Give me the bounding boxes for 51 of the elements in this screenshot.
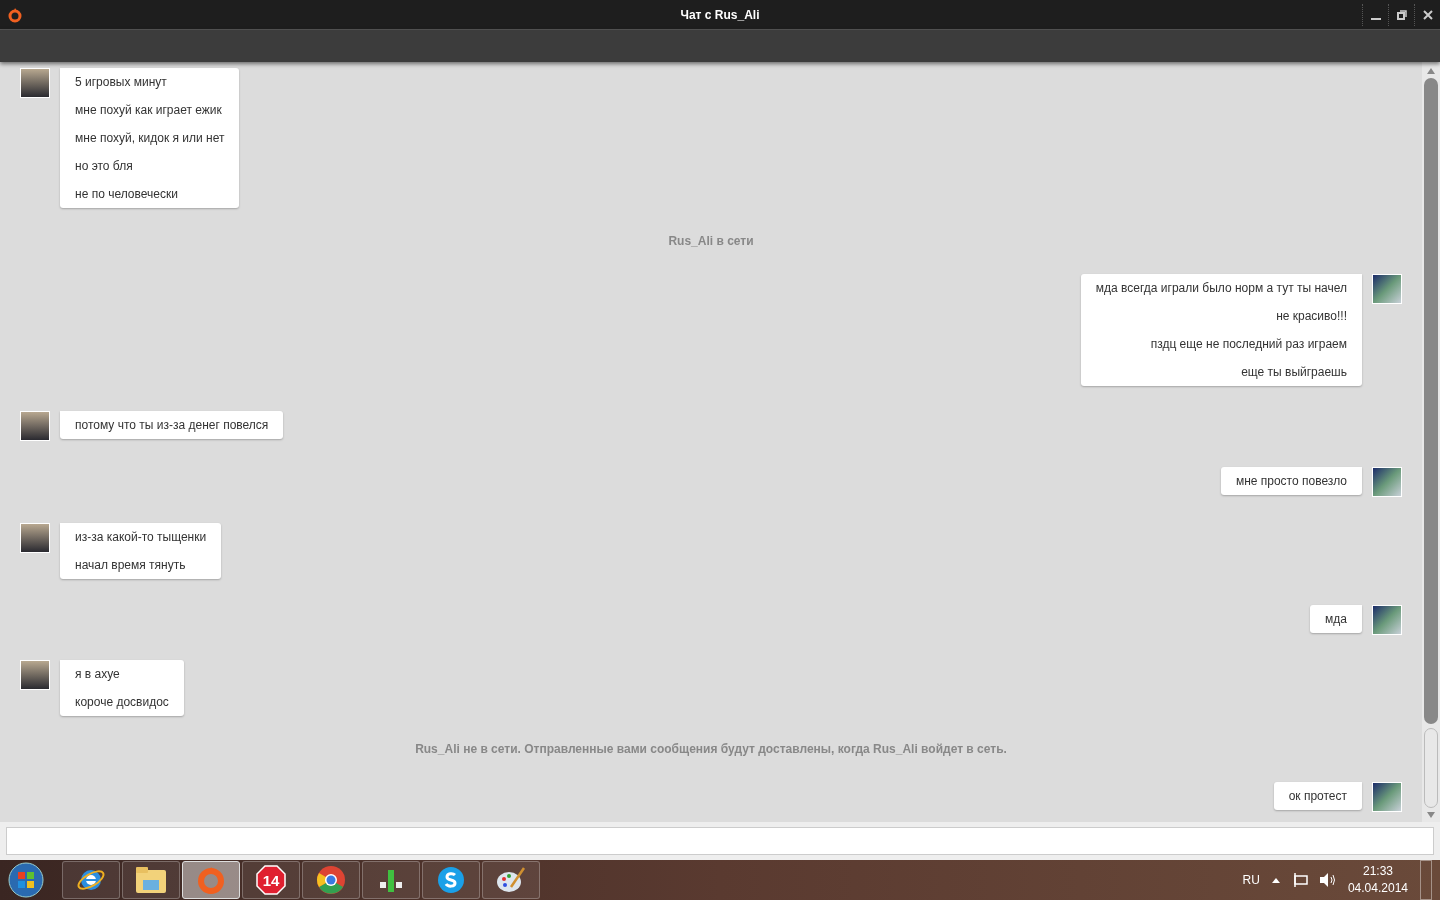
language-indicator[interactable]: RU: [1242, 873, 1260, 887]
restore-icon: [1396, 9, 1407, 20]
origin-icon: [198, 866, 224, 894]
scroll-up-icon[interactable]: [1427, 68, 1435, 74]
show-desktop-button[interactable]: [1420, 860, 1432, 900]
message-text: не по человечески: [75, 186, 179, 203]
folder-icon: [135, 866, 167, 894]
status-note: Rus_Ali не в сети. Отправленные вами сообщения будут доставлены, когда Rus_Ali войдет в сеть.: [414, 742, 1008, 757]
message-text: 5 игровых минут: [75, 74, 168, 91]
message-text: из-за какой-то тыщенки: [75, 528, 207, 546]
badge-number: 14: [262, 872, 280, 889]
avatar-photo-placeholder: [1372, 781, 1402, 812]
clock-time[interactable]: 21:33: [1362, 863, 1393, 880]
message-text: мда всегда играли было норм а тут ты начел: [1095, 279, 1347, 297]
status-note: Rus_Ali в сети: [667, 233, 755, 248]
scroll-down-icon[interactable]: [1427, 812, 1435, 818]
chrome-icon: [316, 865, 346, 895]
avatar-photo-placeholder: [20, 660, 50, 691]
clock-date[interactable]: 04.04.2014: [1347, 880, 1408, 897]
scrollbar[interactable]: [1422, 62, 1440, 822]
message-text: мне просто повезло: [1235, 473, 1347, 491]
message-text: пздц еще не последний раз играем: [1149, 335, 1347, 353]
avatar-photo-placeholder: [20, 522, 50, 553]
window-title: Чат с Rus_Ali: [680, 7, 760, 22]
message-input-field[interactable]: [6, 827, 1434, 855]
message-text: еще ты выйграешь: [1240, 363, 1347, 381]
message-text: мне похуй, кидок я или нет: [75, 130, 225, 147]
taskbar-app-button[interactable]: 14: [242, 861, 300, 899]
close-icon: [1422, 9, 1433, 20]
message-text: потому что ты из-за денег повелся: [75, 417, 269, 435]
avatar-photo-placeholder: [20, 68, 50, 98]
minimize-icon: [1370, 17, 1381, 20]
message-text: мда: [1325, 610, 1347, 628]
avatar-photo-placeholder: [1372, 604, 1402, 635]
network-icon[interactable]: [1291, 873, 1308, 887]
avatar-photo-placeholder: [1372, 273, 1402, 304]
message-text: но это бля: [75, 158, 134, 175]
message-text: начал время тянуть: [75, 556, 187, 574]
palette-icon: [495, 865, 527, 895]
speaker-icon[interactable]: [1319, 873, 1336, 887]
avatar-photo-placeholder: [1372, 467, 1402, 498]
avatar-photo-placeholder: [20, 411, 50, 442]
message-text: короче досвидос: [75, 694, 169, 712]
skype-icon: [436, 865, 466, 895]
message-text: мне похуй как играет ежик: [75, 102, 223, 119]
message-text: я в ахуе: [75, 666, 121, 684]
caret-up-icon[interactable]: [1271, 877, 1280, 883]
message-text: не красиво!!!: [1275, 307, 1347, 325]
origin-logo-icon: [8, 6, 22, 23]
message-text: ок протест: [1288, 787, 1347, 805]
start-button[interactable]: [6, 861, 46, 899]
